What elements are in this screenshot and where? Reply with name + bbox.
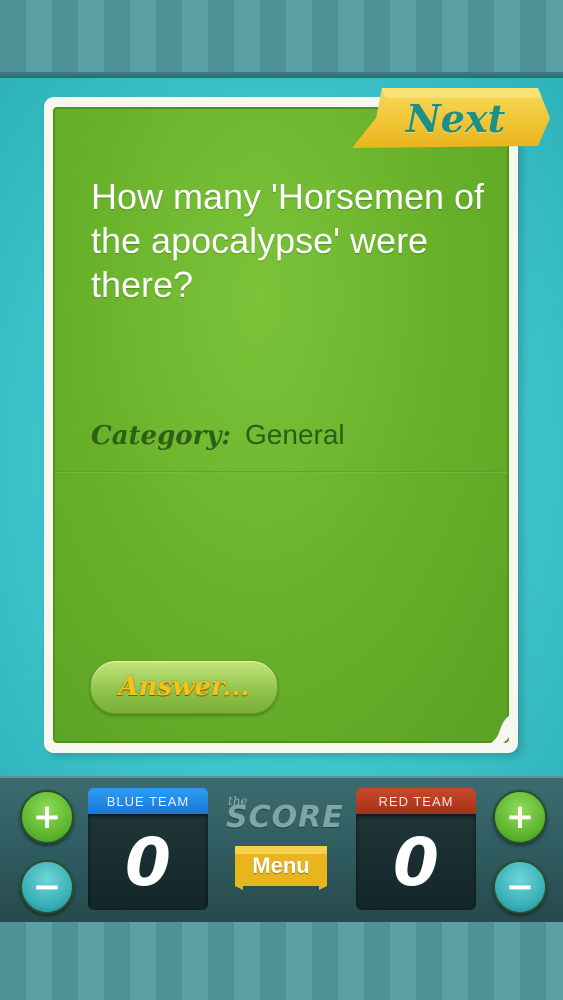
red-team-score: 0 (356, 814, 476, 910)
top-stripe-band (0, 0, 563, 78)
blue-team-panel: BLUE TEAM 0 (88, 788, 208, 910)
category-label: Category: (91, 421, 232, 451)
red-team-minus-button[interactable]: − (493, 860, 547, 914)
menu-button[interactable]: Menu (235, 846, 327, 890)
minus-icon: − (32, 867, 62, 907)
bottom-stripe-band (0, 922, 563, 1000)
blue-team-label: BLUE TEAM (88, 788, 208, 814)
blue-team-minus-button[interactable]: − (20, 860, 74, 914)
question-card-face: How many 'Horsemen of the apocalypse' we… (53, 107, 509, 743)
blue-team-plus-button[interactable]: + (20, 790, 74, 844)
answer-button[interactable]: Answer... (90, 660, 278, 714)
red-team-label: RED TEAM (356, 788, 476, 814)
question-text: How many 'Horsemen of the apocalypse' we… (91, 176, 485, 305)
red-team-plus-button[interactable]: + (493, 790, 547, 844)
question-card: How many 'Horsemen of the apocalypse' we… (44, 97, 518, 753)
category-row: Category: General (91, 419, 345, 463)
score-logo: SCORE (226, 800, 344, 835)
menu-button-label: Menu (252, 853, 310, 878)
blue-team-score: 0 (88, 814, 208, 910)
plus-icon: + (32, 797, 62, 837)
plus-icon: + (505, 797, 535, 837)
red-team-panel: RED TEAM 0 (356, 788, 476, 910)
category-value: General (245, 419, 345, 450)
answer-button-label: Answer... (118, 672, 250, 702)
next-button[interactable]: Next (352, 88, 550, 150)
page-curl-corner (470, 712, 516, 752)
card-fold-line (55, 471, 507, 473)
next-button-label: Next (406, 96, 506, 141)
minus-icon: − (505, 867, 535, 907)
